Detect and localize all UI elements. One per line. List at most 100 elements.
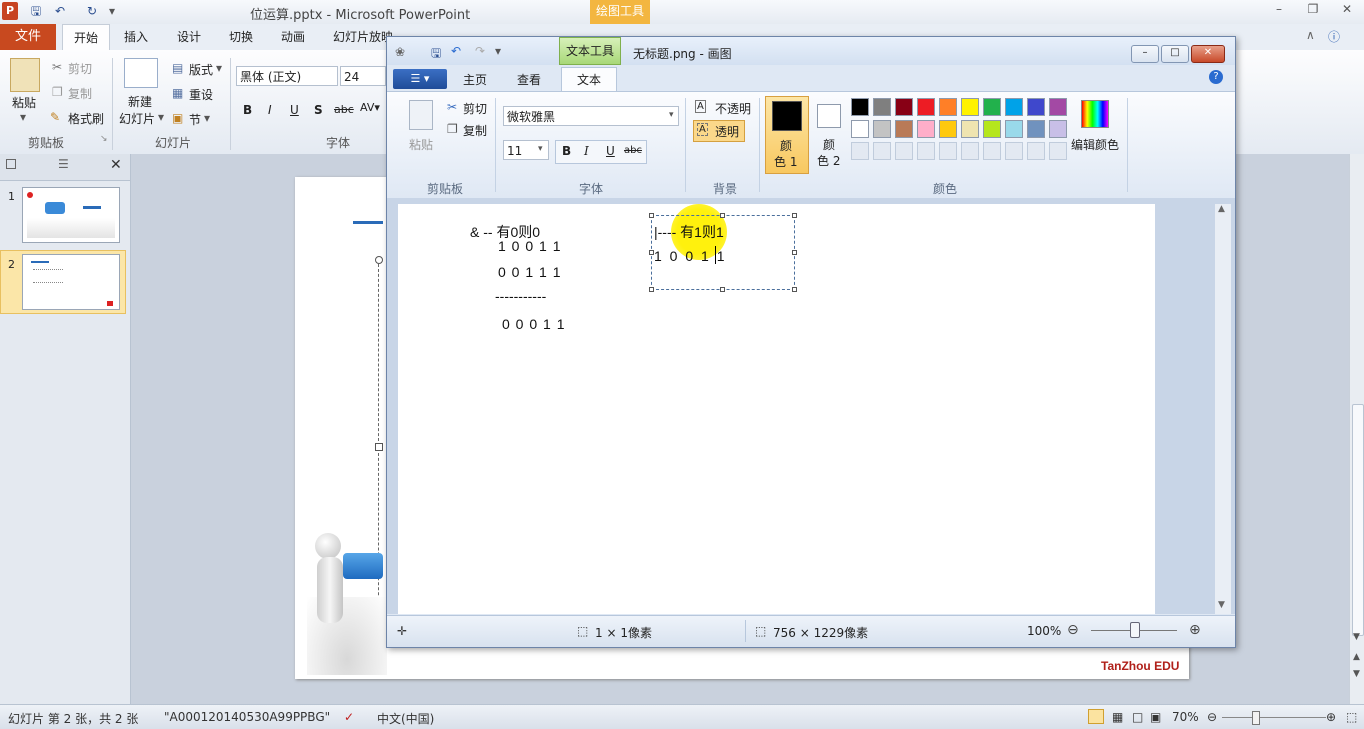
custom-color-slot[interactable] <box>983 142 1001 160</box>
paint-quick-access-dropdown-icon[interactable]: ▾ <box>495 44 501 58</box>
paint-close-button[interactable]: ✕ <box>1191 45 1225 63</box>
palette-color-swatch[interactable] <box>983 120 1001 138</box>
paint-cut-icon[interactable]: ✂ <box>447 100 457 114</box>
paint-copy-icon[interactable]: ❐ <box>447 122 458 136</box>
section-dropdown-icon[interactable]: ▾ <box>204 111 210 125</box>
paint-copy-button[interactable]: 复制 <box>463 122 487 139</box>
palette-color-swatch[interactable] <box>1027 98 1045 116</box>
language-indicator[interactable]: 中文(中国) <box>377 710 434 727</box>
palette-color-swatch[interactable] <box>851 98 869 116</box>
paint-help-icon[interactable]: ? <box>1209 70 1223 84</box>
slide-sorter-icon[interactable]: ▦ <box>1112 710 1123 724</box>
resize-handle[interactable] <box>375 443 383 451</box>
bold-icon[interactable]: B <box>243 103 252 117</box>
zoom-slider-thumb[interactable] <box>1252 711 1260 725</box>
next-slide-icon[interactable]: ▼ <box>1353 669 1360 679</box>
text-tools-contextual-tab[interactable]: 文本工具 <box>559 37 621 65</box>
normal-view-icon[interactable] <box>1088 709 1104 724</box>
paint-maximize-button[interactable]: □ <box>1161 45 1189 63</box>
palette-color-swatch[interactable] <box>1027 120 1045 138</box>
palette-color-swatch[interactable] <box>1005 98 1023 116</box>
reset-button[interactable]: 重设 <box>189 86 213 103</box>
paint-zoom-out-icon[interactable]: ⊖ <box>1067 622 1079 638</box>
textbox-handle[interactable] <box>720 287 725 292</box>
slides-tab-icon[interactable] <box>6 159 16 169</box>
paint-minimize-button[interactable]: – <box>1131 45 1159 63</box>
textbox-handle[interactable] <box>649 213 654 218</box>
shadow-icon[interactable]: S <box>314 103 323 117</box>
palette-color-swatch[interactable] <box>917 98 935 116</box>
palette-color-swatch[interactable] <box>895 98 913 116</box>
copy-icon[interactable]: ❐ <box>52 85 63 99</box>
reset-icon[interactable]: ▦ <box>172 86 183 100</box>
layout-dropdown-icon[interactable]: ▾ <box>216 61 222 75</box>
custom-color-slot[interactable] <box>895 142 913 160</box>
transparent-icon[interactable]: A <box>697 123 708 136</box>
italic-icon[interactable]: I <box>268 103 272 117</box>
paint-menu-button[interactable]: ☰ ▾ <box>393 69 447 89</box>
paint-save-icon[interactable]: 🖫 <box>431 44 441 65</box>
palette-color-swatch[interactable] <box>961 98 979 116</box>
edit-colors-icon[interactable] <box>1081 100 1109 128</box>
paint-cut-button[interactable]: 剪切 <box>463 100 487 117</box>
scroll-down-icon[interactable]: ▼ <box>1353 632 1360 642</box>
palette-color-swatch[interactable] <box>1049 120 1067 138</box>
format-painter-icon[interactable]: ✎ <box>50 110 60 124</box>
font-name-combo[interactable]: 黑体 (正文) <box>236 66 338 86</box>
paint-canvas[interactable]: & -- 有0则0 1 0 0 1 1 0 0 1 1 1 ----------… <box>398 204 1155 614</box>
save-icon[interactable]: 🖫 <box>28 3 44 19</box>
zoom-slider-track[interactable] <box>1222 717 1326 718</box>
minimize-button[interactable]: – <box>1266 2 1292 20</box>
new-slide-dropdown-icon[interactable]: ▾ <box>158 110 164 124</box>
palette-color-swatch[interactable] <box>1049 98 1067 116</box>
reading-view-icon[interactable]: □ <box>1132 710 1143 724</box>
color2-label-a[interactable]: 颜 <box>823 136 835 153</box>
zoom-level[interactable]: 70% <box>1172 710 1199 724</box>
outline-tab-icon[interactable]: ☰ <box>58 157 69 171</box>
custom-color-slot[interactable] <box>917 142 935 160</box>
transparent-button[interactable]: 透明 <box>715 123 739 140</box>
slide-vertical-scrollbar[interactable]: ▼ ▲ ▼ <box>1349 154 1364 704</box>
layout-icon[interactable]: ▤ <box>172 61 183 75</box>
paint-tab-home[interactable]: 主页 <box>463 71 487 88</box>
zoom-in-icon[interactable]: ⊕ <box>1326 710 1336 724</box>
edit-colors-button[interactable]: 编辑颜色 <box>1071 136 1119 153</box>
textbox-handle[interactable] <box>720 213 725 218</box>
fit-slide-icon[interactable]: ⬚ <box>1346 710 1357 724</box>
ribbon-collapse-icon[interactable]: ∧ <box>1306 28 1315 42</box>
tab-file[interactable]: 文件 <box>0 24 56 50</box>
palette-color-swatch[interactable] <box>939 98 957 116</box>
palette-color-swatch[interactable] <box>917 120 935 138</box>
char-spacing-icon[interactable]: AV▾ <box>360 101 380 114</box>
palette-color-swatch[interactable] <box>939 120 957 138</box>
custom-color-slot[interactable] <box>939 142 957 160</box>
slideshow-view-icon[interactable]: ▣ <box>1150 710 1161 724</box>
layout-button[interactable]: 版式 <box>189 61 213 78</box>
textbox-handle[interactable] <box>649 287 654 292</box>
tab-insert[interactable]: 插入 <box>124 28 148 45</box>
drawing-tools-contextual-tab[interactable]: 绘图工具 <box>590 0 650 24</box>
slide-thumbnail-1[interactable] <box>22 187 120 243</box>
underline-icon[interactable]: U <box>290 103 299 117</box>
custom-color-slot[interactable] <box>873 142 891 160</box>
paint-tab-text[interactable]: 文本 <box>561 67 617 92</box>
strikethrough-icon[interactable]: abc <box>334 103 354 116</box>
section-button[interactable]: 节 <box>189 111 201 128</box>
tab-home[interactable]: 开始 <box>62 24 110 51</box>
powerpoint-app-icon[interactable]: P <box>2 2 18 20</box>
paste-icon[interactable] <box>10 58 40 92</box>
cut-icon[interactable]: ✂ <box>52 60 62 74</box>
palette-color-swatch[interactable] <box>873 120 891 138</box>
font-size-dropdown-icon[interactable]: ▾ <box>538 144 543 154</box>
font-size-combo[interactable]: 24 <box>340 66 386 86</box>
tab-animations[interactable]: 动画 <box>281 28 305 45</box>
paint-app-icon[interactable]: ❀ <box>395 45 405 59</box>
paint-zoom-slider-thumb[interactable] <box>1130 622 1140 638</box>
clipboard-launcher-icon[interactable]: ↘ <box>100 134 108 144</box>
textbox-handle[interactable] <box>792 287 797 292</box>
custom-color-slot[interactable] <box>1027 142 1045 160</box>
paint-paste-button[interactable]: 粘贴 <box>409 136 433 153</box>
color1-selector[interactable]: 颜 色 1 <box>765 96 809 174</box>
palette-color-swatch[interactable] <box>895 120 913 138</box>
palette-color-swatch[interactable] <box>983 98 1001 116</box>
